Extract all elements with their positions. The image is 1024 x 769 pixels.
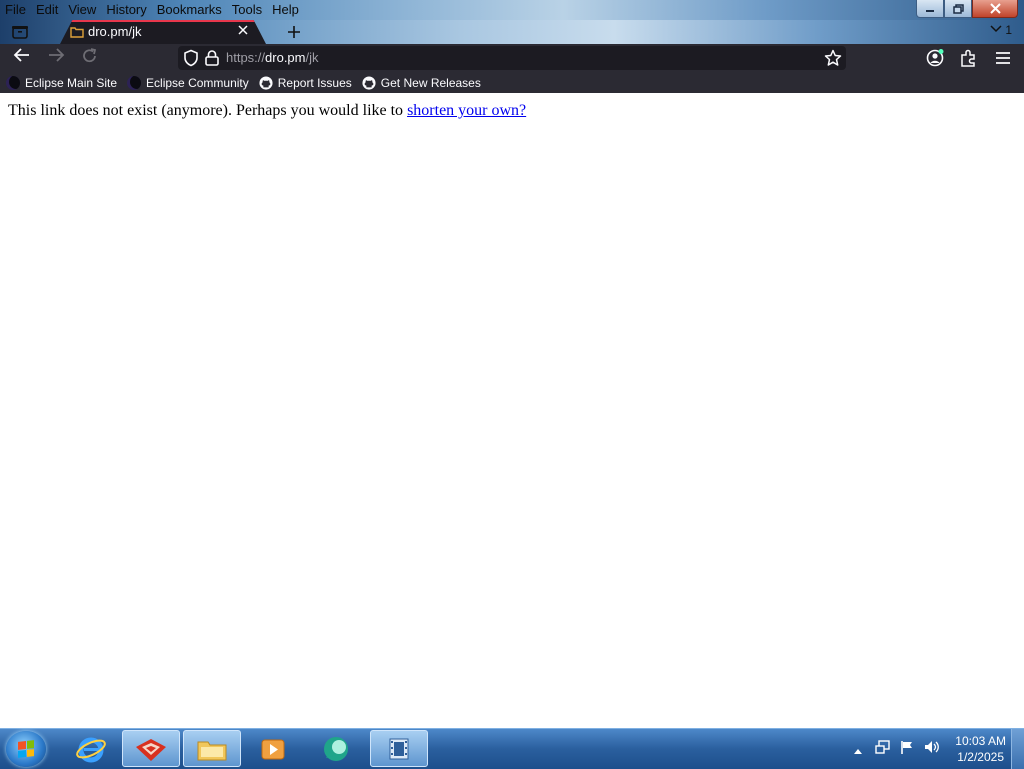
menu-tools[interactable]: Tools	[227, 0, 267, 20]
minimize-icon	[926, 9, 934, 12]
taskbar-internet-explorer[interactable]	[62, 730, 120, 767]
account-icon[interactable]	[924, 48, 946, 68]
tab-list-icon	[12, 26, 28, 39]
bookmark-label: Eclipse Community	[146, 75, 249, 90]
bookmarks-toolbar: Eclipse Main Site Eclipse Community Repo…	[0, 72, 1024, 93]
show-hidden-icons-icon[interactable]	[853, 740, 863, 759]
taskbar-chat-app[interactable]	[308, 730, 366, 767]
bookmark-label: Get New Releases	[380, 75, 481, 90]
close-window-button[interactable]	[972, 0, 1018, 18]
eclipse-icon	[127, 75, 142, 90]
bookmark-label: Eclipse Main Site	[25, 75, 118, 90]
extensions-icon[interactable]	[958, 48, 980, 68]
clock-time: 10:03 AM	[955, 734, 1006, 748]
tab-bar: dro.pm/jk 1	[0, 20, 1024, 44]
tab-title: dro.pm/jk	[88, 24, 142, 39]
tab-active[interactable]: dro.pm/jk	[60, 20, 266, 44]
media-player-icon	[261, 739, 285, 759]
plus-icon	[288, 26, 300, 38]
bookmark-eclipse-community[interactable]: Eclipse Community	[127, 75, 249, 90]
page-content: This link does not exist (anymore). Perh…	[0, 93, 1024, 728]
tab-close-icon[interactable]	[237, 24, 249, 40]
new-tab-button[interactable]	[284, 20, 304, 44]
internet-explorer-icon	[76, 737, 106, 762]
github-icon	[362, 75, 376, 90]
menu-edit[interactable]: Edit	[31, 0, 63, 20]
clock[interactable]: 10:03 AM 1/2/2025	[955, 733, 1006, 765]
eclipse-icon	[6, 75, 20, 90]
menu-bookmarks[interactable]: Bookmarks	[152, 0, 227, 20]
show-desktop-button[interactable]	[1011, 729, 1024, 769]
chat-app-icon	[324, 736, 348, 761]
tab-count-label: 1	[1005, 23, 1012, 37]
back-button[interactable]	[10, 47, 34, 69]
start-button[interactable]	[6, 731, 46, 767]
menu-history[interactable]: History	[101, 0, 151, 20]
menu-file[interactable]: File	[0, 0, 31, 20]
error-message: This link does not exist (anymore). Perh…	[8, 102, 526, 120]
restore-icon	[952, 3, 964, 14]
system-tray: 10:03 AM 1/2/2025	[853, 729, 1006, 769]
video-app-icon	[389, 738, 409, 759]
clock-date: 1/2/2025	[957, 750, 1004, 764]
windows-logo-icon	[18, 740, 34, 758]
url-bar[interactable]: https://dro.pm/jk	[178, 46, 846, 70]
network-icon[interactable]	[875, 739, 891, 759]
menu-view[interactable]: View	[63, 0, 101, 20]
taskbar-video-app[interactable]	[370, 730, 428, 767]
minimize-button[interactable]	[916, 0, 944, 18]
restore-button[interactable]	[944, 0, 972, 18]
menu-help[interactable]: Help	[267, 0, 304, 20]
reload-button[interactable]	[78, 47, 102, 69]
tab-overflow-button[interactable]: 1	[990, 23, 1012, 37]
taskbar-media-player[interactable]	[244, 730, 302, 767]
hamburger-menu-icon[interactable]	[992, 48, 1014, 68]
shorten-link[interactable]: shorten your own?	[407, 102, 526, 119]
forward-button[interactable]	[44, 47, 68, 69]
file-explorer-icon	[197, 741, 227, 760]
action-center-flag-icon[interactable]	[899, 739, 915, 759]
url-path: /jk	[305, 50, 319, 65]
github-icon	[259, 75, 273, 90]
list-all-tabs-button[interactable]	[6, 21, 34, 43]
taskbar-app-active[interactable]	[122, 730, 180, 767]
arrow-left-icon	[13, 48, 29, 62]
taskbar-file-explorer[interactable]	[183, 730, 241, 767]
lock-icon[interactable]	[204, 49, 220, 71]
url-text[interactable]: https://dro.pm/jk	[226, 50, 319, 65]
bookmark-get-new-releases[interactable]: Get New Releases	[362, 76, 481, 90]
bookmark-star-icon[interactable]	[824, 49, 842, 71]
bookmark-eclipse-main-site[interactable]: Eclipse Main Site	[6, 75, 118, 90]
menu-bar: File Edit View History Bookmarks Tools H…	[0, 0, 304, 20]
folder-icon	[70, 26, 84, 41]
arrow-right-icon	[49, 48, 65, 62]
app-red-icon	[136, 738, 166, 761]
message-text: This link does not exist (anymore). Perh…	[8, 102, 408, 119]
close-icon	[989, 3, 1001, 14]
volume-icon[interactable]	[923, 739, 941, 759]
bookmark-label: Report Issues	[277, 75, 352, 90]
taskbar: 10:03 AM 1/2/2025	[0, 728, 1024, 769]
window-controls	[916, 0, 1018, 18]
window-titlebar: File Edit View History Bookmarks Tools H…	[0, 0, 1024, 20]
url-host: dro.pm	[265, 50, 306, 65]
navigation-toolbar: https://dro.pm/jk	[0, 44, 1024, 72]
bookmark-report-issues[interactable]: Report Issues	[259, 76, 352, 90]
url-scheme: https://	[226, 50, 266, 65]
reload-icon	[83, 48, 97, 63]
shield-icon[interactable]	[182, 49, 200, 71]
chevron-down-icon	[990, 25, 1002, 33]
